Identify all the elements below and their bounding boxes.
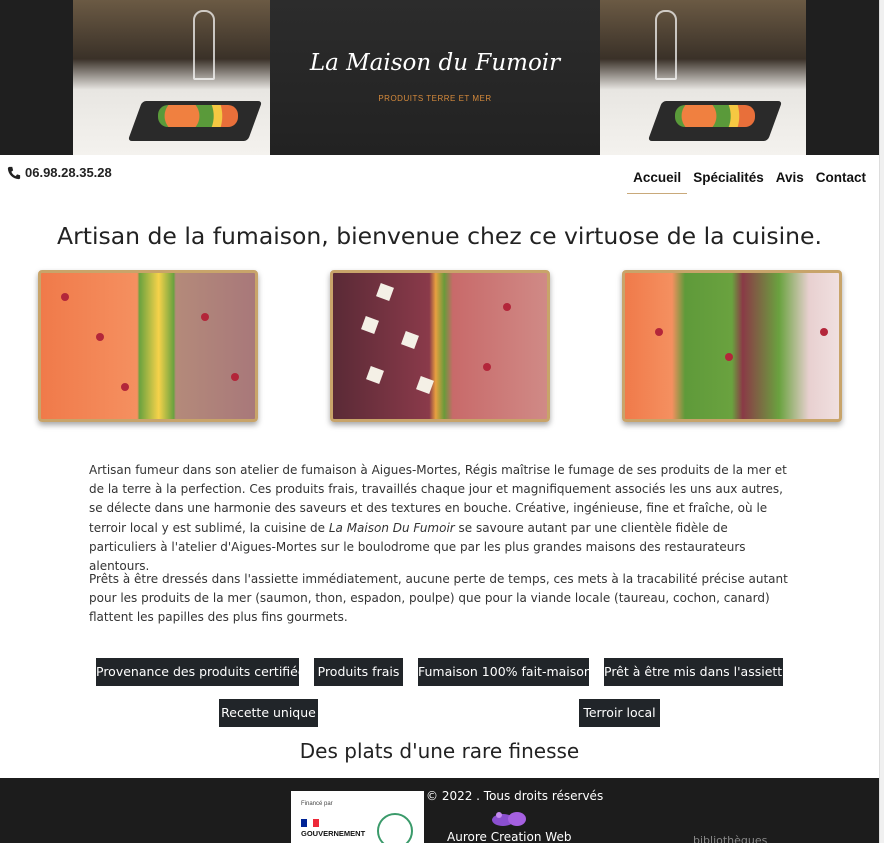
dish-photo-2 (330, 270, 550, 422)
dish-photo-1 (38, 270, 258, 422)
tag-terroir-local: Terroir local (579, 699, 660, 727)
nav-item-specialites[interactable]: Spécialités (687, 170, 770, 194)
intro-paragraph: Artisan fumeur dans son atelier de fumai… (89, 461, 789, 576)
seal-icon (377, 813, 413, 843)
nav-item-accueil[interactable]: Accueil (627, 170, 688, 194)
banner-photo-left (73, 0, 270, 155)
brand-subtitle: PRODUITS TERRE ET MER (378, 94, 492, 103)
page-title: Artisan de la fumaison, bienvenue chez c… (57, 222, 822, 250)
french-flag-icon (301, 819, 319, 827)
brand-mention: La Maison Du Fumoir (328, 520, 455, 535)
tag-pret-assiette: Prêt à être mis dans l'assiette (604, 658, 790, 686)
phone-link[interactable]: 06.98.28.35.28 (7, 165, 112, 180)
phone-icon (7, 166, 21, 179)
banner-photo-right (600, 0, 806, 155)
footer: Financé par GOUVERNEMENT © 2022 . Tous d… (0, 778, 879, 843)
gov-funding-badge[interactable]: Financé par GOUVERNEMENT (291, 791, 424, 843)
copyright: © 2022 . Tous droits réservés (426, 789, 604, 803)
partial-footer-text: bibliothèques (693, 834, 768, 843)
tag-fumaison: Fumaison 100% fait-maison (418, 658, 592, 686)
brand-title[interactable]: La Maison du Fumoir (270, 50, 600, 76)
dish-photo-3 (622, 270, 842, 422)
gov-label: GOUVERNEMENT (301, 829, 366, 838)
gov-funding-label: Financé par (301, 801, 333, 807)
tag-provenance: Provenance des produits certifiée (96, 658, 306, 686)
section-title: Des plats d'une rare finesse (299, 739, 580, 763)
scrollbar[interactable] (879, 0, 884, 843)
main-nav: Accueil Spécialités Avis Contact (627, 170, 872, 194)
tag-produits-frais: Produits frais (314, 658, 403, 686)
nav-item-contact[interactable]: Contact (810, 170, 872, 194)
header-banner: La Maison du Fumoir PRODUITS TERRE ET ME… (0, 0, 884, 155)
phone-number: 06.98.28.35.28 (25, 165, 112, 180)
products-paragraph: Prêts à être dressés dans l'assiette imm… (89, 572, 788, 625)
credit-link[interactable]: Aurore Creation Web (447, 830, 571, 843)
aurore-logo-icon[interactable] (489, 810, 529, 828)
tag-recette-unique: Recette unique (219, 699, 318, 727)
nav-item-avis[interactable]: Avis (770, 170, 810, 194)
brand-block[interactable]: La Maison du Fumoir PRODUITS TERRE ET ME… (270, 0, 600, 155)
